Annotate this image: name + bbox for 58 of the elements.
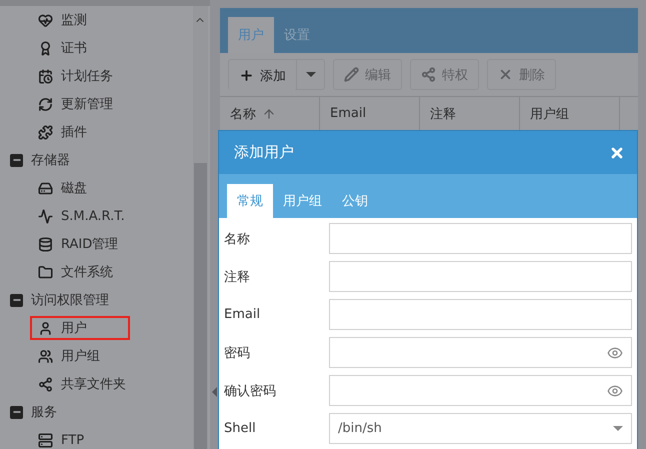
password-field[interactable] xyxy=(329,337,632,368)
field-label: 名称 xyxy=(224,230,251,248)
sidebar-item[interactable]: 更新管理 xyxy=(30,92,123,116)
field-label: Shell xyxy=(224,421,257,436)
sidebar-item[interactable]: S.M.A.R.T. xyxy=(30,204,135,228)
sidebar-item-icon xyxy=(38,320,53,336)
sidebar-item-icon xyxy=(38,236,53,252)
field-label: 密码 xyxy=(224,344,251,362)
input-field[interactable] xyxy=(329,299,632,330)
sidebar-item-icon xyxy=(38,208,53,224)
sidebar-item[interactable]: 监测 xyxy=(30,8,97,32)
password-field[interactable] xyxy=(329,375,632,406)
scrollbar[interactable] xyxy=(193,6,208,449)
toolbar-icon xyxy=(421,67,436,82)
sidebar-item-icon xyxy=(38,432,53,448)
split-button[interactable]: 添加 xyxy=(228,59,325,90)
sidebar-item-icon xyxy=(38,348,53,364)
sidebar-group[interactable]: 服务 xyxy=(31,403,57,421)
sidebar-item[interactable]: 证书 xyxy=(30,36,97,60)
sort-arrow-icon xyxy=(262,106,276,120)
close-icon[interactable] xyxy=(609,144,625,160)
sidebar-item-icon xyxy=(38,124,53,140)
collapse-icon[interactable] xyxy=(10,154,23,166)
sidebar-item-icon xyxy=(38,264,53,280)
toolbar-icon xyxy=(239,68,254,83)
tab[interactable]: 常规 xyxy=(227,184,273,218)
caret-icon xyxy=(306,72,316,77)
collapse-icon[interactable] xyxy=(10,294,23,306)
sidebar-item[interactable]: 用户 xyxy=(30,316,130,340)
eye-icon[interactable] xyxy=(607,382,623,398)
sidebar-item[interactable]: 用户组 xyxy=(30,344,110,368)
sidebar-item-icon xyxy=(38,40,53,56)
sidebar-item[interactable]: 计划任务 xyxy=(30,64,123,88)
field-label: Email xyxy=(224,307,262,322)
toolbar-icon xyxy=(498,67,513,82)
input-field[interactable] xyxy=(329,261,632,292)
sidebar-item-icon xyxy=(38,376,53,392)
field-label: 确认密码 xyxy=(224,382,277,400)
sidebar-item-icon xyxy=(38,68,53,84)
sidebar-group[interactable]: 访问权限管理 xyxy=(31,291,109,309)
sidebar-group[interactable]: 存储器 xyxy=(31,151,70,169)
collapse-icon[interactable] xyxy=(10,406,23,418)
sidebar-item-icon xyxy=(38,96,53,112)
caret-icon xyxy=(613,426,623,431)
toolbar-icon xyxy=(344,67,359,82)
input-field[interactable] xyxy=(329,223,632,254)
sidebar-item[interactable]: 文件系统 xyxy=(30,260,123,284)
sidebar-item[interactable]: 插件 xyxy=(30,120,97,144)
sidebar-item[interactable]: 磁盘 xyxy=(30,176,97,200)
sidebar-item[interactable]: RAID管理 xyxy=(30,232,128,256)
sidebar-item[interactable]: FTP xyxy=(30,428,94,449)
sidebar-item-icon xyxy=(38,12,53,28)
select-field[interactable]: /bin/sh xyxy=(329,413,632,444)
eye-icon[interactable] xyxy=(607,344,623,360)
field-label: 注释 xyxy=(224,268,251,286)
dialog-title: 添加用户 xyxy=(234,143,294,162)
sidebar-item-icon xyxy=(38,180,53,196)
sidebar-item[interactable]: 共享文件夹 xyxy=(30,372,136,396)
